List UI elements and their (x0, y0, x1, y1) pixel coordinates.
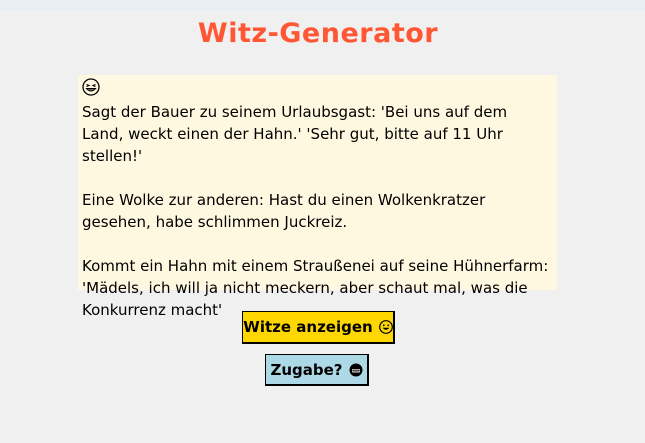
grimacing-face-icon (349, 363, 363, 377)
encore-button[interactable]: Zugabe? (265, 354, 369, 386)
encore-button-label: Zugabe? (270, 360, 343, 379)
grinning-face-icon (378, 320, 393, 334)
joke-box: Sagt der Bauer zu seinem Urlaubsgast: 'B… (78, 75, 557, 319)
top-strip (0, 0, 645, 10)
joke-item: Eine Wolke zur anderen: Hast du einen Wo… (82, 191, 486, 231)
joke-item: Sagt der Bauer zu seinem Urlaubsgast: 'B… (82, 103, 508, 165)
show-jokes-button[interactable]: Witze anzeigen (242, 311, 395, 344)
show-jokes-button-label: Witze anzeigen (243, 318, 373, 336)
page-title: Witz-Generator (197, 18, 439, 49)
squinting-laughing-face-icon (82, 78, 100, 102)
